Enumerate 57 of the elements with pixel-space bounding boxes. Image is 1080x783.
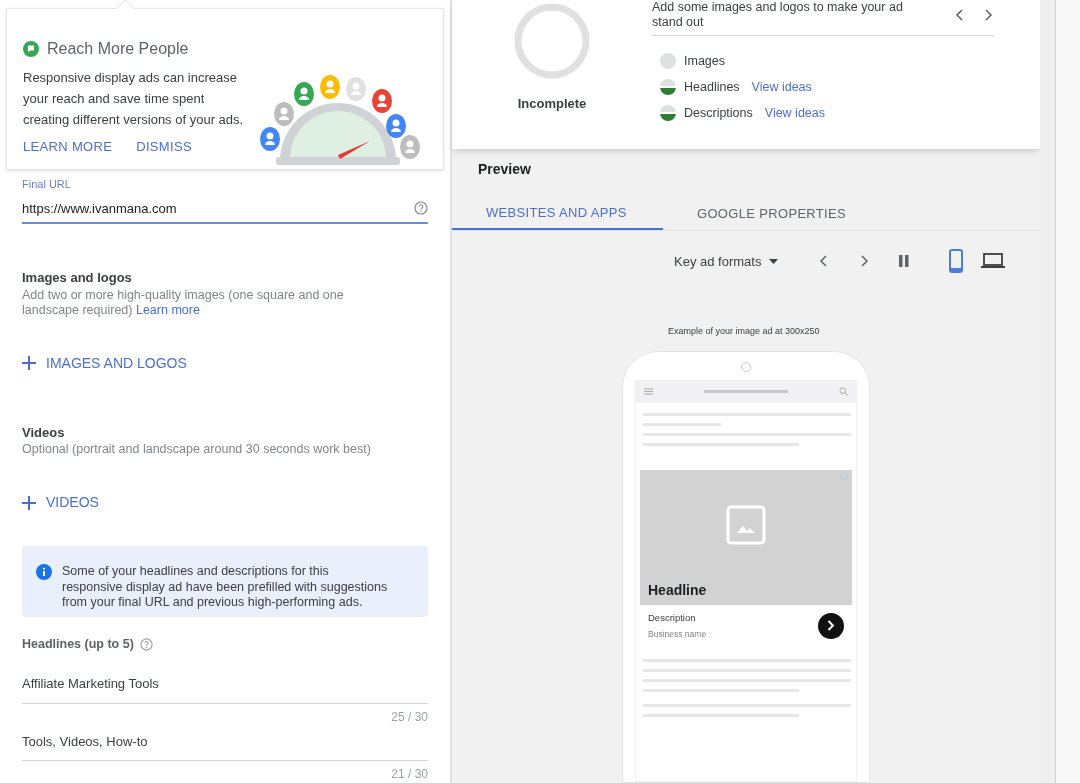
preview-tab[interactable]: WEBSITES AND APPS (452, 196, 663, 231)
section-title: Images and logos (22, 269, 133, 287)
headline-field[interactable]: Tools, Videos, How-to (22, 731, 428, 761)
field-value: https://www.ivanmana.com (22, 199, 177, 218)
next-button[interactable] (983, 8, 994, 22)
field-value: Affiliate Marketing Tools (22, 675, 159, 693)
phone-view-button[interactable] (949, 249, 964, 274)
field-value: Tools, Videos, How-to (22, 732, 148, 751)
checklist-label: Images (684, 53, 725, 70)
tip-link[interactable]: DISMISS (136, 137, 192, 157)
preview-tab[interactable]: GOOGLE PROPERTIES (663, 196, 857, 231)
plus-icon (22, 356, 36, 370)
strength-status: Incomplete (517, 95, 587, 113)
search-icon (839, 387, 848, 397)
tip-title: Reach More People (47, 39, 189, 59)
help-icon (139, 638, 153, 652)
pause-button[interactable] (898, 254, 910, 269)
previous-button[interactable] (818, 254, 830, 269)
chat-icon (23, 41, 39, 57)
caret-icon (769, 258, 779, 264)
learn-more-link[interactable]: Learn more (135, 302, 200, 317)
menu-icon (644, 388, 653, 396)
ad-choices-icon (841, 472, 848, 480)
checklist-label: Headlines (684, 78, 740, 96)
chevron-icon (827, 620, 835, 632)
section-description: Add two or more high-quality images (one square and one landscape required) Learn more (22, 287, 345, 318)
help-icon (414, 201, 428, 216)
next-button[interactable] (859, 254, 871, 269)
plus-icon (22, 495, 36, 510)
character-counter: 21 / 30 (391, 766, 428, 783)
add-button[interactable]: IMAGES AND LOGOS (22, 352, 187, 374)
section-title: Videos (22, 423, 66, 442)
character-counter: 25 / 30 (391, 708, 428, 726)
preview-caption: Example of your image ad at 300x250 (668, 325, 820, 339)
field-label: Final URL (22, 177, 72, 192)
ad-headline: Headline (647, 580, 708, 600)
section-description: Optional (portrait and landscape around 30 seconds work best) (22, 442, 372, 457)
preview-title: Preview (477, 160, 532, 180)
laptop-view-button[interactable] (981, 253, 1006, 270)
ad-description: Description (648, 610, 697, 625)
info-text: Some of your headlines and descriptions for this responsive display ad have been prefilled with suggestions from your final URL and previous high-performing ads. (62, 564, 388, 611)
image-icon (726, 504, 766, 545)
tip-text: Responsive display ads can increase your reach and save time spent creating different versions of your ads. (23, 69, 245, 129)
forward-button[interactable] (818, 612, 844, 639)
format-dropdown[interactable]: Key ad formats (674, 251, 779, 271)
tip-link[interactable]: LEARN MORE (23, 137, 113, 157)
previous-button[interactable] (954, 8, 965, 22)
view-ideas-link[interactable]: View ideas (751, 77, 812, 97)
checklist-label: Descriptions (684, 104, 753, 122)
headline-field[interactable]: Affiliate Marketing Tools (22, 674, 428, 704)
url-field[interactable]: Final URL https://www.ivanmana.com (22, 176, 428, 224)
add-button[interactable]: VIDEOS (22, 492, 99, 513)
strength-message: Add some images and logos to make your ad stand out (652, 0, 904, 30)
section-title: Headlines (up to 5) (22, 636, 134, 654)
view-ideas-link[interactable]: View ideas (764, 103, 825, 123)
info-icon (36, 564, 52, 580)
ad-business-name: Business name (648, 628, 707, 641)
